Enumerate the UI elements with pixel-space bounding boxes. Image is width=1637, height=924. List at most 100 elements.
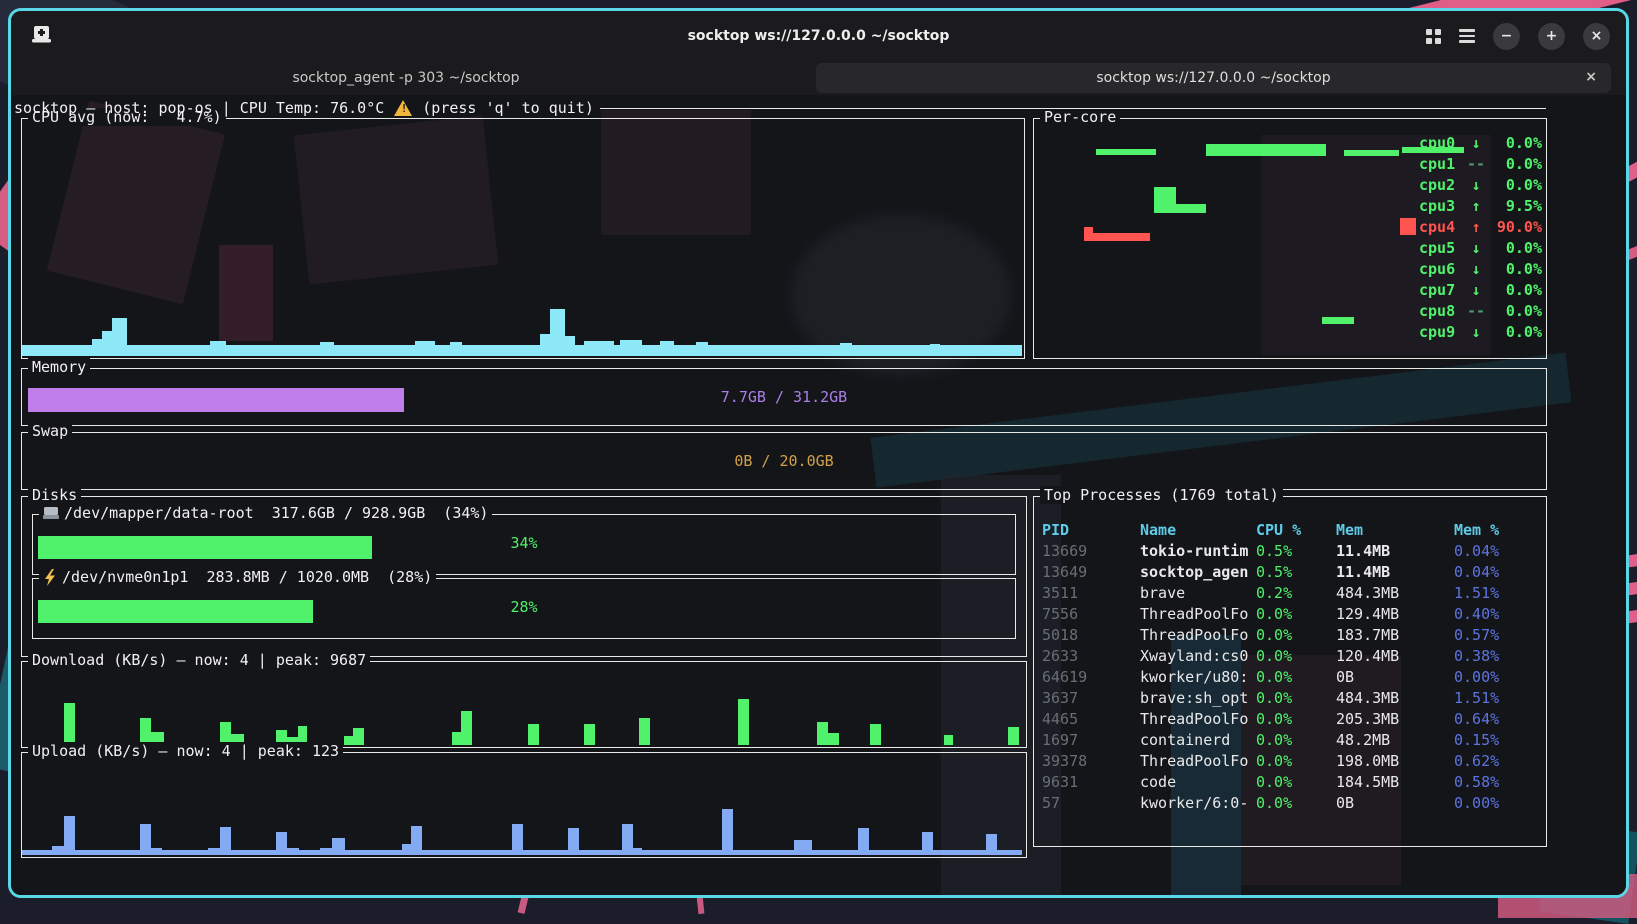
hamburger-menu-icon[interactable] [1459,29,1475,43]
chart-bar [794,840,812,855]
process-mem: 0B [1336,794,1454,812]
core-trend-icon: ↑ [1465,197,1487,215]
chart-bar [220,827,231,855]
core-usage-value: 0.0% [1487,302,1542,320]
core-row: cpu1--0.0% [1400,153,1542,174]
chart-bar [112,318,127,356]
disk-data-root: /dev/mapper/data-root 317.6GB / 928.9GB … [32,514,1016,575]
process-name: tokio-runtim [1140,542,1256,560]
chart-bar [140,824,151,855]
chart-bar [92,339,102,356]
chart-bar [622,824,633,855]
process-name: brave:sh_opt [1140,689,1256,707]
chart-bar [870,724,881,745]
chart-bar [64,816,75,855]
core-row: cpu3↑9.5% [1400,195,1542,216]
process-pid: 13649 [1042,563,1140,581]
process-mem-percent: 1.51% [1454,689,1540,707]
process-cpu: 0.0% [1256,647,1336,665]
core-trend-icon: ↓ [1465,239,1487,257]
process-row: 2633Xwayland:cs00.0%120.4MB0.38% [1042,645,1540,666]
chart-bar [1154,187,1176,213]
process-pid: 2633 [1042,647,1140,665]
core-alert-spacer [1400,197,1416,214]
workspace-grid-icon[interactable] [1426,29,1441,44]
tab-socktop-agent[interactable]: socktop_agent -p 303 ~/socktop [11,61,801,95]
core-usage-value: 90.0% [1487,218,1542,236]
core-usage-value: 0.0% [1487,281,1542,299]
process-table: PIDNameCPU %MemMem %13669tokio-runtim0.5… [1034,519,1546,813]
core-trend-icon: ↓ [1465,281,1487,299]
process-row: 5018ThreadPoolFo0.0%183.7MB0.57% [1042,624,1540,645]
core-alert-spacer [1400,155,1416,172]
chart-bar [565,336,575,356]
titlebar[interactable]: socktop ws://127.0.0.0 ~/socktop − + × [11,11,1626,61]
chart-bar [450,342,462,356]
process-row: 1697containerd0.0%48.2MB0.15% [1042,729,1540,750]
maximize-button[interactable]: + [1538,23,1565,50]
core-trend-icon: -- [1465,302,1487,320]
chart-bar [512,824,523,855]
process-mem-percent: 0.57% [1454,626,1540,644]
process-mem: 205.3MB [1336,710,1454,728]
tab-socktop-active[interactable]: socktop ws://127.0.0.0 ~/socktop × [816,63,1611,93]
chart-bar [1084,233,1150,241]
cpu-avg-sparkline [22,119,1024,358]
process-mem-percent: 0.00% [1454,668,1540,686]
minimize-button[interactable]: − [1493,23,1520,50]
core-row: cpu0↓0.0% [1400,132,1542,153]
chart-bar [402,844,411,855]
chart-bar [415,341,435,356]
process-mem: 11.4MB [1336,563,1454,581]
process-pid: 13669 [1042,542,1140,560]
process-mem-percent: 0.00% [1454,794,1540,812]
chart-bar [22,345,1022,356]
chart-bar [568,828,579,855]
new-window-icon[interactable] [31,25,53,49]
disk-label: /dev/mapper/data-root 317.6GB / 928.9GB … [64,504,488,522]
desktop: { "titlebar": { "title": "socktop ws://1… [0,0,1637,915]
core-row: cpu5↓0.0% [1400,237,1542,258]
top-processes-panel: Top Processes (1769 total) PIDNameCPU %M… [1033,496,1547,847]
core-trend-icon: ↓ [1465,323,1487,341]
chart-bar [151,848,162,855]
download-title: Download (KB/s) — now: 4 | peak: 9687 [28,651,370,669]
process-row: 13669tokio-runtim0.5%11.4MB0.04% [1042,540,1540,561]
disk-nvme: /dev/nvme0n1p1 283.8MB / 1020.0MB (28%) … [32,578,1016,639]
process-name: ThreadPoolFo [1140,605,1256,623]
process-pid: 57 [1042,794,1140,812]
process-name: code [1140,773,1256,791]
process-pid: 3511 [1042,584,1140,602]
chart-bar [584,724,595,745]
chart-bar [986,834,997,855]
disk-icon [43,506,59,520]
chart-bar [840,343,852,356]
chart-bar [1322,317,1354,324]
core-alert-spacer [1400,176,1416,193]
process-mem: 129.4MB [1336,605,1454,623]
process-mem: 484.3MB [1336,689,1454,707]
chart-bar [461,711,472,745]
chart-bar [550,309,565,356]
disk-data-root-title: /dev/mapper/data-root 317.6GB / 928.9GB … [39,504,492,522]
process-row: 39378ThreadPoolFo0.0%198.0MB0.62% [1042,750,1540,771]
chart-bar [944,735,953,745]
memory-usage-label: 7.7GB / 31.2GB [22,369,1546,425]
process-mem-percent: 0.04% [1454,542,1540,560]
tab-close-icon[interactable]: × [1585,69,1597,85]
per-core-panel: Per-core cpu0↓0.0%cpu1--0.0%cpu2↓0.0%cpu… [1033,118,1547,359]
process-row: 57kworker/6:0-0.0%0B0.00% [1042,792,1540,813]
close-button[interactable]: × [1583,23,1610,50]
chart-bar [722,809,733,855]
swap-title: Swap [28,422,72,440]
disk-usage-percent: 28% [33,598,1015,616]
chart-bar [858,828,869,855]
process-cpu: 0.5% [1256,542,1336,560]
host-temp-text: socktop — host: pop-os | CPU Temp: 76.0°… [14,99,384,117]
core-row: cpu9↓0.0% [1400,321,1542,342]
process-mem-percent: 0.62% [1454,752,1540,770]
core-name: cpu6 [1419,260,1465,278]
process-cpu: 0.0% [1256,689,1336,707]
process-mem: 183.7MB [1336,626,1454,644]
core-alert-spacer [1400,281,1416,298]
